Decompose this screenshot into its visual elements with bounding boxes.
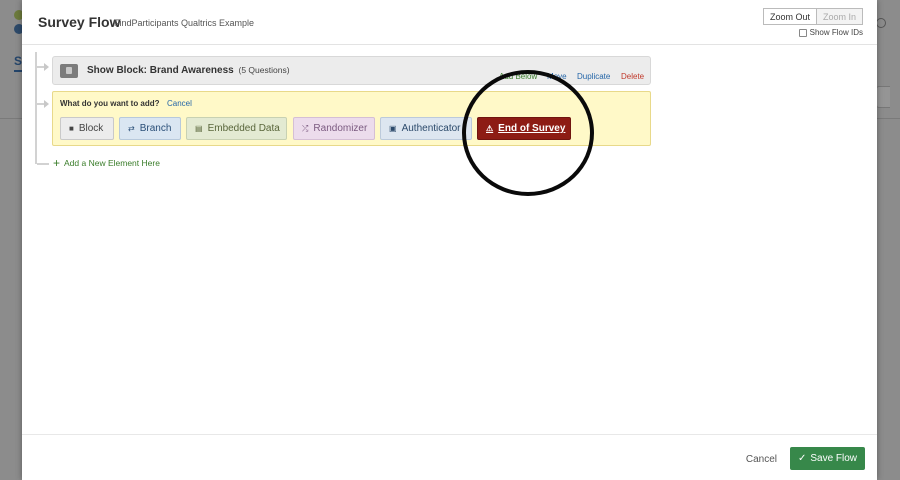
add-below-link[interactable]: Add Below [499,72,537,81]
duplicate-link[interactable]: Duplicate [577,72,610,81]
add-branch-label: Branch [139,123,172,134]
shuffle-icon: ⤮ [302,123,309,133]
help-icon [876,18,886,28]
flow-arrow-icon [44,100,49,108]
zoom-in-button[interactable]: Zoom In [816,8,863,25]
flow-connector-line [35,52,37,164]
add-embedded-data-label: Embedded Data [207,123,280,134]
add-new-element-label: Add a New Element Here [64,158,160,168]
cube-icon: ■ [69,124,74,133]
plus-icon: + [53,156,61,170]
add-randomizer-label: Randomizer [313,123,368,134]
survey-name: FindParticipants Qualtrics Example [114,18,255,28]
flow-block-element[interactable]: Show Block: Brand Awareness (5 Questions… [52,56,651,85]
block-question-count: (5 Questions) [238,65,290,75]
flow-connector-stem [37,163,49,165]
checkmark-icon: ✓ [797,453,807,464]
modal-title: Survey Flow [38,14,121,30]
modal-header: Survey Flow FindParticipants Qualtrics E… [22,0,877,45]
block-title-text: Show Block: Brand Awareness [87,65,234,76]
save-flow-label: Save Flow [810,453,858,464]
background-tab: S [14,54,23,68]
block-icon [60,64,78,78]
add-element-prompt: What do you want to add? [60,99,160,108]
move-link[interactable]: Move [547,72,567,81]
show-flow-ids-checkbox[interactable] [798,28,807,37]
flow-arrow-icon [44,63,49,71]
add-block-button[interactable]: ■ Block [60,117,114,140]
show-flow-ids-label: Show Flow IDs [809,28,863,37]
add-element-panel: What do you want to add? Cancel ■ Block … [52,91,651,146]
add-randomizer-button[interactable]: ⤮ Randomizer [293,117,375,140]
save-flow-button[interactable]: ✓ Save Flow [790,447,865,470]
add-end-of-survey-label: End of Survey [498,123,566,134]
background-divider [0,118,22,119]
modal-footer: Cancel ✓ Save Flow [22,434,877,480]
zoom-out-button[interactable]: Zoom Out [762,8,817,25]
add-end-of-survey-button[interactable]: ⚠ End of Survey [477,117,571,140]
add-authenticator-label: Authenticator [401,123,461,134]
add-embedded-data-button[interactable]: ▤ Embedded Data [186,117,287,140]
background-input [876,86,890,108]
add-new-element-link[interactable]: + Add a New Element Here [53,156,160,170]
lock-icon: ▣ [389,124,397,133]
delete-link[interactable]: Delete [621,72,644,81]
add-authenticator-button[interactable]: ▣ Authenticator [380,117,472,140]
add-element-cancel-link[interactable]: Cancel [167,99,192,108]
background-divider-right [876,118,900,119]
block-title: Show Block: Brand Awareness (5 Questions… [87,65,290,76]
embedded-data-icon: ▤ [195,124,203,133]
warning-icon: ⚠ [486,124,494,133]
add-branch-button[interactable]: ⇄ Branch [119,117,181,140]
branch-icon: ⇄ [128,124,135,133]
background-tab-underline [14,70,22,72]
survey-flow-modal: Survey Flow FindParticipants Qualtrics E… [22,0,877,480]
cancel-button[interactable]: Cancel [746,454,777,465]
show-flow-ids-toggle[interactable]: Show Flow IDs [798,28,863,37]
zoom-controls: Zoom Out Zoom In [762,8,863,25]
add-block-label: Block [78,123,104,134]
